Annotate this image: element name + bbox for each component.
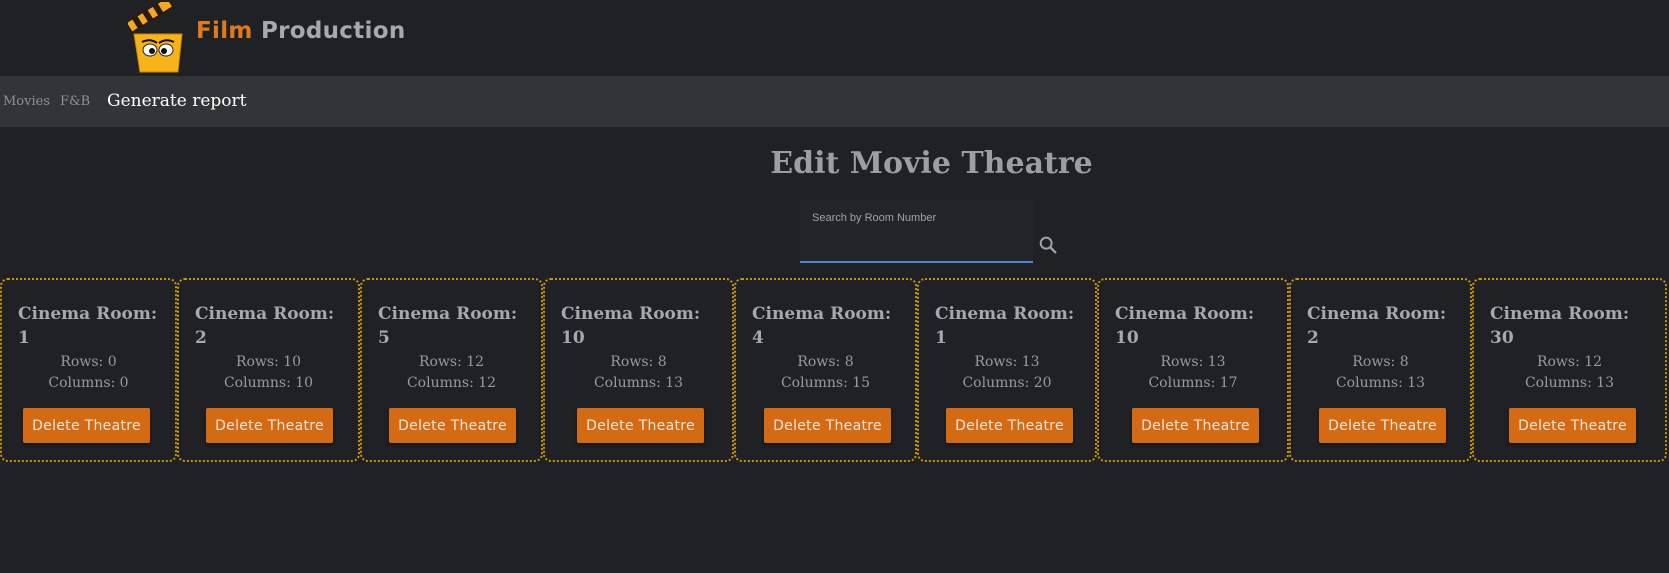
delete-theatre-button[interactable]: Delete Theatre	[206, 408, 333, 443]
theatre-card-columns: Columns: 0	[48, 375, 129, 391]
delete-theatre-button[interactable]: Delete Theatre	[389, 408, 516, 443]
theatre-card: Cinema Room: 2 Rows: 8 Columns: 13 Delet…	[1289, 278, 1472, 462]
theatre-card-rows: Rows: 8	[1352, 354, 1409, 370]
theatre-card-rows: Rows: 0	[60, 354, 117, 370]
theatre-card-rows: Rows: 13	[974, 354, 1040, 370]
theatre-card: Cinema Room: 30 Rows: 12 Columns: 13 Del…	[1472, 278, 1667, 462]
theatre-card-columns: Columns: 17	[1148, 375, 1238, 391]
theatre-card-rows: Rows: 8	[797, 354, 854, 370]
delete-theatre-button[interactable]: Delete Theatre	[946, 408, 1073, 443]
theatre-card-rows: Rows: 12	[418, 354, 485, 370]
theatre-card-title: Cinema Room: 1	[18, 304, 158, 348]
theatre-card-list: Cinema Room: 1 Rows: 0 Columns: 0 Delete…	[0, 278, 1669, 466]
search-field[interactable]: Search by Room Number	[800, 200, 1033, 263]
theatre-card-columns: Columns: 20	[962, 375, 1052, 391]
theatre-card-title: Cinema Room: 2	[1307, 304, 1447, 348]
search-label: Search by Room Number	[812, 212, 937, 224]
theatre-card-columns: Columns: 13	[1524, 375, 1615, 391]
theatre-card-columns: Columns: 13	[1335, 375, 1426, 391]
brand-word-film: Film	[196, 18, 253, 44]
theatre-card-title: Cinema Room: 10	[561, 304, 701, 348]
theatre-card-rows: Rows: 12	[1536, 354, 1603, 370]
theatre-card-title: Cinema Room: 5	[378, 304, 518, 348]
theatre-card: Cinema Room: 2 Rows: 10 Columns: 10 Dele…	[177, 278, 360, 462]
theatre-card-title: Cinema Room: 2	[195, 304, 335, 348]
theatre-card: Cinema Room: 5 Rows: 12 Columns: 12 Dele…	[360, 278, 543, 462]
brand-name[interactable]: Film Production	[196, 18, 406, 44]
delete-theatre-button[interactable]: Delete Theatre	[764, 408, 891, 443]
theatre-card-rows: Rows: 13	[1160, 354, 1226, 370]
nav-link-fnb[interactable]: F&B	[60, 76, 90, 127]
nav-bar: Movies F&B Generate report	[0, 76, 1669, 127]
theatre-card-title: Cinema Room: 1	[935, 304, 1075, 348]
theatre-card: Cinema Room: 10 Rows: 13 Columns: 17 Del…	[1097, 278, 1289, 462]
theatre-card-columns: Columns: 15	[780, 375, 871, 391]
nav-link-generate-report[interactable]: Generate report	[107, 76, 246, 127]
nav-link-movies[interactable]: Movies	[3, 76, 50, 127]
search-icon[interactable]	[1037, 234, 1059, 256]
theatre-card-title: Cinema Room: 10	[1115, 304, 1255, 348]
delete-theatre-button[interactable]: Delete Theatre	[1319, 408, 1446, 443]
theatre-card-title: Cinema Room: 30	[1490, 304, 1630, 348]
theatre-card: Cinema Room: 4 Rows: 8 Columns: 15 Delet…	[734, 278, 917, 462]
delete-theatre-button[interactable]: Delete Theatre	[1132, 408, 1259, 443]
search-input[interactable]	[810, 230, 1026, 258]
theatre-card-columns: Columns: 12	[406, 375, 497, 391]
theatre-card-columns: Columns: 10	[223, 375, 314, 391]
theatre-card-rows: Rows: 8	[610, 354, 667, 370]
delete-theatre-button[interactable]: Delete Theatre	[1509, 408, 1636, 443]
delete-theatre-button[interactable]: Delete Theatre	[23, 408, 150, 443]
app-header: Film Production	[0, 0, 1669, 76]
page-title: Edit Movie Theatre	[770, 146, 1093, 181]
theatre-card-title: Cinema Room: 4	[752, 304, 892, 348]
theatre-card-rows: Rows: 10	[235, 354, 302, 370]
theatre-card: Cinema Room: 1 Rows: 13 Columns: 20 Dele…	[917, 278, 1097, 462]
theatre-card-columns: Columns: 13	[593, 375, 684, 391]
clapperboard-mascot-icon[interactable]	[128, 2, 190, 74]
delete-theatre-button[interactable]: Delete Theatre	[577, 408, 704, 443]
brand-word-production: Production	[260, 18, 406, 44]
theatre-card: Cinema Room: 10 Rows: 8 Columns: 13 Dele…	[543, 278, 734, 462]
theatre-card: Cinema Room: 1 Rows: 0 Columns: 0 Delete…	[0, 278, 177, 462]
